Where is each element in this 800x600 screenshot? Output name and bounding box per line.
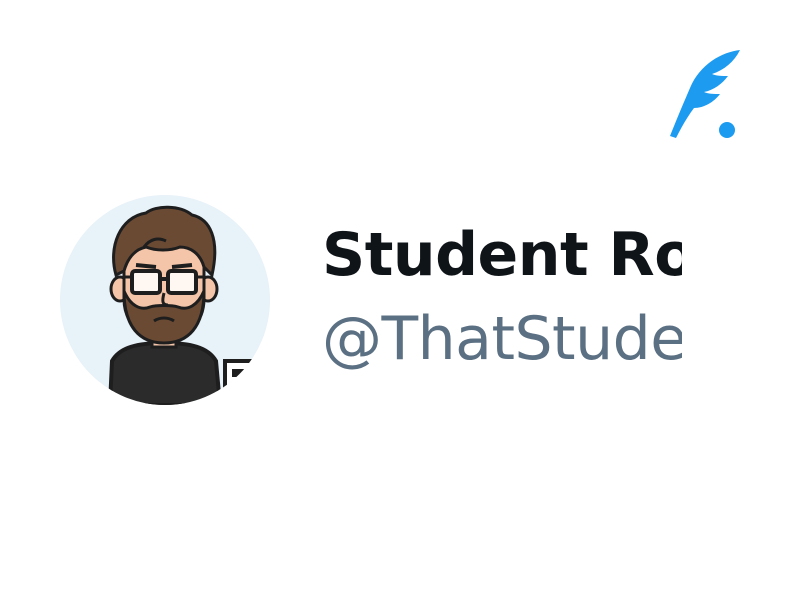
feather-logo-icon[interactable] (664, 46, 744, 142)
profile-card: Student Rol @ThatStude (0, 0, 800, 600)
display-name[interactable]: Student Rol (322, 225, 682, 285)
profile-identity: Student Rol @ThatStude (322, 215, 682, 395)
user-handle[interactable]: @ThatStude (322, 309, 682, 369)
bearded-man-glasses-icon (60, 195, 270, 405)
profile-avatar[interactable] (60, 195, 270, 405)
